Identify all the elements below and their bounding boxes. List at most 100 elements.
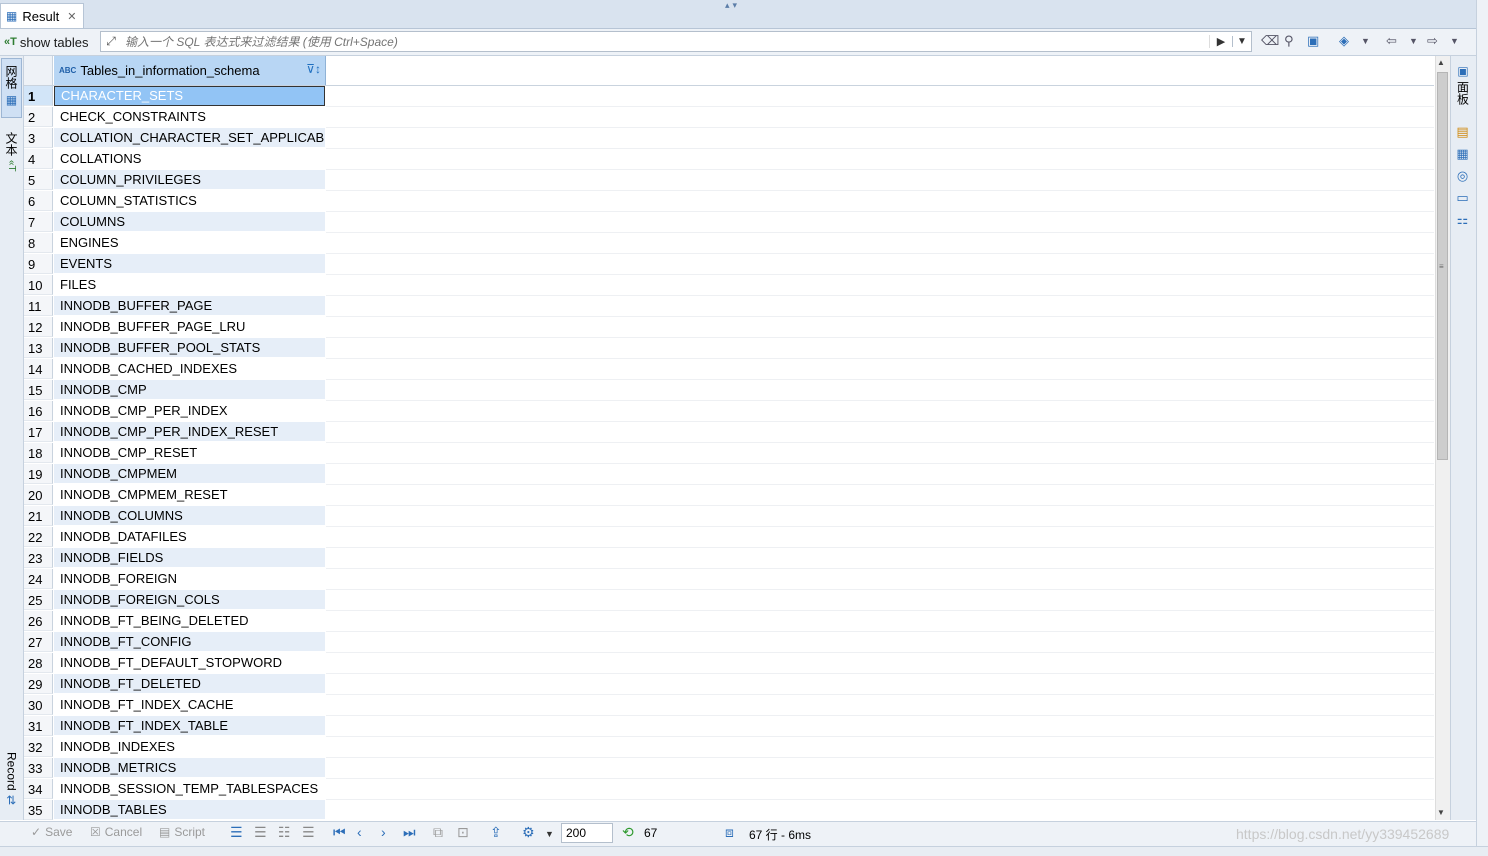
last-page-icon[interactable]: ⏭ xyxy=(403,824,416,841)
tab-text[interactable]: 文本 «T xyxy=(1,128,22,182)
table-row[interactable]: 19 INNODB_CMPMEM xyxy=(24,464,1434,485)
row-number[interactable]: 32 xyxy=(24,737,53,757)
row-number[interactable]: 6 xyxy=(24,191,53,211)
table-row[interactable]: 23 INNODB_FIELDS xyxy=(24,548,1434,569)
table-cell[interactable]: ENGINES xyxy=(54,233,325,253)
refresh-icon[interactable]: ⟲ xyxy=(622,824,634,841)
scroll-up-icon[interactable]: ▲ xyxy=(1437,58,1445,67)
export-icon[interactable]: ⇪ xyxy=(490,824,502,841)
table-row[interactable]: 33 INNODB_METRICS xyxy=(24,758,1434,779)
next-page-icon[interactable]: › xyxy=(381,824,386,840)
table-row[interactable]: 5 COLUMN_PRIVILEGES xyxy=(24,170,1434,191)
table-cell[interactable]: COLLATION_CHARACTER_SET_APPLICABILITY xyxy=(54,128,325,148)
filter-history-dropdown-icon[interactable]: ▼ xyxy=(1232,36,1251,47)
chevron-down-icon[interactable]: ▼ xyxy=(1361,36,1370,46)
row-number[interactable]: 3 xyxy=(24,128,53,148)
table-cell[interactable]: INNODB_FT_INDEX_CACHE xyxy=(54,695,325,715)
table-cell[interactable]: INNODB_CMP_RESET xyxy=(54,443,325,463)
table-row[interactable]: 26 INNODB_FT_BEING_DELETED xyxy=(24,611,1434,632)
table-row[interactable]: 21 INNODB_COLUMNS xyxy=(24,506,1434,527)
table-row[interactable]: 20 INNODB_CMPMEM_RESET xyxy=(24,485,1434,506)
table-row[interactable]: 25 INNODB_FOREIGN_COLS xyxy=(24,590,1434,611)
table-cell[interactable]: CHECK_CONSTRAINTS xyxy=(54,107,325,127)
table-cell[interactable]: INNODB_COLUMNS xyxy=(54,506,325,526)
sort-filter-icon[interactable]: ⊽↕ xyxy=(306,62,321,76)
active-query-label[interactable]: «T show tables xyxy=(4,33,89,51)
table-cell[interactable]: INNODB_FIELDS xyxy=(54,548,325,568)
table-cell[interactable]: CHARACTER_SETS xyxy=(54,86,325,106)
table-cell[interactable]: INNODB_CACHED_INDEXES xyxy=(54,359,325,379)
table-cell[interactable]: INNODB_FT_DEFAULT_STOPWORD xyxy=(54,653,325,673)
row-number[interactable]: 9 xyxy=(24,254,53,274)
fetch-size-input[interactable]: 200 xyxy=(561,823,613,843)
row-number[interactable]: 19 xyxy=(24,464,53,484)
row-number[interactable]: 20 xyxy=(24,485,53,505)
tab-result[interactable]: ▦ Result ✕ xyxy=(0,3,84,28)
table-row[interactable]: 35 INNODB_TABLES xyxy=(24,800,1434,820)
references-icon[interactable]: ⚏ xyxy=(1455,212,1470,227)
row-number[interactable]: 7 xyxy=(24,212,53,232)
table-row[interactable]: 34 INNODB_SESSION_TEMP_TABLESPACES xyxy=(24,779,1434,800)
row-number[interactable]: 27 xyxy=(24,632,53,652)
row-number[interactable]: 8 xyxy=(24,233,53,253)
chevron-down-icon[interactable]: ▼ xyxy=(545,829,554,839)
row-number[interactable]: 4 xyxy=(24,149,53,169)
row-number[interactable]: 11 xyxy=(24,296,53,316)
row-number[interactable]: 29 xyxy=(24,674,53,694)
gear-icon[interactable]: ⚙ xyxy=(522,824,535,841)
table-cell[interactable]: FILES xyxy=(54,275,325,295)
calculator-icon[interactable]: ▤ xyxy=(1455,124,1470,139)
copy-row-icon[interactable]: ☷ xyxy=(278,824,291,841)
table-row[interactable]: 31 INNODB_FT_INDEX_TABLE xyxy=(24,716,1434,737)
row-number[interactable]: 5 xyxy=(24,170,53,190)
delete-row-icon[interactable]: ☰ xyxy=(302,824,315,841)
filter-settings-icon[interactable]: ⚲ xyxy=(1284,33,1294,49)
table-cell[interactable]: INNODB_CMP_PER_INDEX xyxy=(54,401,325,421)
table-cell[interactable]: INNODB_FT_INDEX_TABLE xyxy=(54,716,325,736)
table-cell[interactable]: INNODB_BUFFER_PAGE_LRU xyxy=(54,317,325,337)
first-page-icon[interactable]: ⏮ xyxy=(333,824,346,841)
edit-cell-icon[interactable]: ☰ xyxy=(230,824,243,841)
row-number[interactable]: 2 xyxy=(24,107,53,127)
table-cell[interactable]: INNODB_TABLES xyxy=(54,800,325,820)
table-row[interactable]: 17 INNODB_CMP_PER_INDEX_RESET xyxy=(24,422,1434,443)
link-icon[interactable]: ⧉ xyxy=(433,824,443,841)
row-number[interactable]: 12 xyxy=(24,317,53,337)
sync-icon[interactable]: ◈ xyxy=(1339,33,1349,49)
row-number[interactable]: 15 xyxy=(24,380,53,400)
tab-grid[interactable]: 网格 ▦ xyxy=(1,58,22,118)
column-header[interactable]: ABC Tables_in_information_schema ⊽↕ xyxy=(54,56,326,85)
previous-page-icon[interactable]: ‹ xyxy=(357,824,362,840)
row-number[interactable]: 34 xyxy=(24,779,53,799)
row-number[interactable]: 16 xyxy=(24,401,53,421)
add-row-icon[interactable]: ☰ xyxy=(254,824,267,841)
row-number[interactable]: 1 xyxy=(24,86,53,106)
table-cell[interactable]: INNODB_CMPMEM_RESET xyxy=(54,485,325,505)
table-row[interactable]: 11 INNODB_BUFFER_PAGE xyxy=(24,296,1434,317)
chevron-down-icon[interactable]: ▼ xyxy=(1450,36,1459,46)
row-number[interactable]: 25 xyxy=(24,590,53,610)
table-row[interactable]: 13 INNODB_BUFFER_POOL_STATS xyxy=(24,338,1434,359)
table-row[interactable]: 24 INNODB_FOREIGN xyxy=(24,569,1434,590)
table-cell[interactable]: EVENTS xyxy=(54,254,325,274)
table-cell[interactable]: INNODB_CMPMEM xyxy=(54,464,325,484)
table-cell[interactable]: INNODB_INDEXES xyxy=(54,737,325,757)
cancel-button[interactable]: ☒ Cancel xyxy=(90,825,142,839)
table-row[interactable]: 18 INNODB_CMP_RESET xyxy=(24,443,1434,464)
forward-arrow-icon[interactable]: ⇨ xyxy=(1427,33,1438,49)
row-number[interactable]: 33 xyxy=(24,758,53,778)
table-cell[interactable]: COLUMN_STATISTICS xyxy=(54,191,325,211)
script-button[interactable]: ▤ Script xyxy=(159,825,205,839)
close-icon[interactable]: ✕ xyxy=(67,10,76,23)
table-cell[interactable]: INNODB_DATAFILES xyxy=(54,527,325,547)
layout-icon[interactable]: ▭ xyxy=(1455,190,1470,205)
table-row[interactable]: 6 COLUMN_STATISTICS xyxy=(24,191,1434,212)
back-arrow-icon[interactable]: ⇦ xyxy=(1386,33,1397,49)
table-cell[interactable]: INNODB_METRICS xyxy=(54,758,325,778)
table-row[interactable]: 30 INNODB_FT_INDEX_CACHE xyxy=(24,695,1434,716)
refresh-grid-icon[interactable]: ▣ xyxy=(1307,33,1319,49)
table-cell[interactable]: COLLATIONS xyxy=(54,149,325,169)
row-number[interactable]: 26 xyxy=(24,611,53,631)
table-cell[interactable]: INNODB_BUFFER_PAGE xyxy=(54,296,325,316)
filter-input[interactable] xyxy=(121,34,1209,49)
